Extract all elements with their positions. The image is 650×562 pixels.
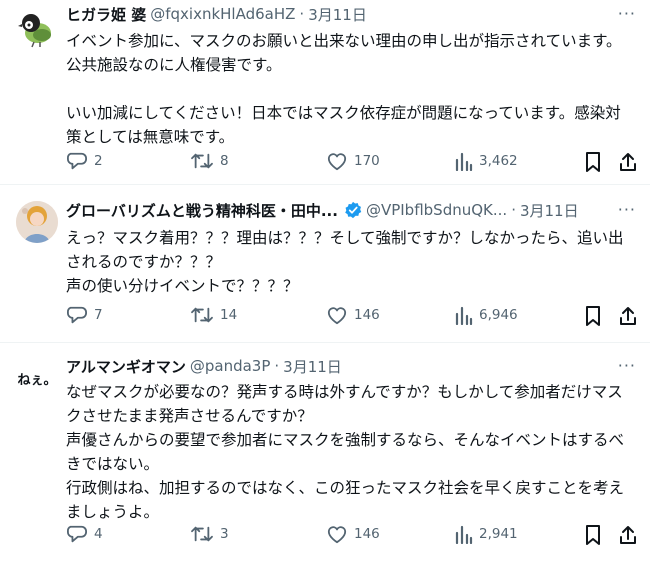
tweet-actions: 7 14 146 6,946 — [66, 305, 638, 329]
avatar-text: ねぇ。 — [17, 372, 57, 388]
share-button[interactable] — [618, 305, 638, 327]
repost-count: 3 — [220, 526, 229, 542]
tweet-header: ヒガラ姫 婆 @fqxixnkHlAd6aHZ · 3月11日 ··· — [66, 4, 636, 24]
tweet-text: イベント参加に、マスクのお願いと出来ない理由の申し出が指示されています。 公共施… — [66, 32, 622, 146]
tweet-text: えっ？マスク着用？？？理由は？？？そして強制ですか？しなかったら、追い出 される… — [66, 229, 624, 295]
tweet-text: なぜマスクが必要なの？発声する時は外すんですか？もしかして参加者だけマス クさせ… — [66, 383, 625, 521]
avatar[interactable] — [16, 201, 58, 243]
user-handle[interactable]: @VPIbflbSdnuQK... — [366, 201, 507, 219]
separator-dot: · — [274, 357, 280, 375]
like-button[interactable]: 146 — [326, 305, 380, 325]
bar-chart-icon — [455, 152, 473, 171]
bar-chart-icon — [455, 525, 473, 544]
display-name[interactable]: グローバリズムと戦う精神科医・田中... — [66, 200, 338, 221]
tweet-actions: 4 3 146 2,941 — [66, 524, 638, 548]
tweet[interactable]: ヒガラ姫 婆 @fqxixnkHlAd6aHZ · 3月11日 ··· イベント… — [0, 0, 650, 185]
speech-bubble-icon — [67, 306, 87, 324]
views-button[interactable]: 2,941 — [455, 524, 518, 544]
tweet[interactable]: グローバリズムと戦う精神科医・田中... @VPIbflbSdnuQK... ·… — [0, 185, 650, 343]
tweet-header: アルマンギオマン @panda3P · 3月11日 ··· — [66, 356, 636, 376]
share-upload-icon — [620, 526, 636, 544]
share-button[interactable] — [618, 524, 638, 546]
repost-button[interactable]: 3 — [190, 524, 229, 544]
user-handle[interactable]: @fqxixnkHlAd6aHZ — [150, 5, 295, 23]
like-count: 170 — [354, 153, 380, 169]
view-count: 2,941 — [479, 526, 518, 542]
reply-button[interactable]: 7 — [66, 305, 103, 325]
user-handle[interactable]: @panda3P — [190, 357, 271, 375]
separator-dot: · — [299, 5, 305, 23]
display-name[interactable]: ヒガラ姫 婆 — [66, 4, 146, 25]
like-count: 146 — [354, 526, 380, 542]
bookmark-icon — [586, 306, 600, 326]
views-button[interactable]: 3,462 — [455, 151, 518, 171]
tweet-date[interactable]: 3月11日 — [308, 4, 367, 25]
reply-count: 7 — [94, 307, 103, 323]
reply-count: 4 — [94, 526, 103, 542]
like-count: 146 — [354, 307, 380, 323]
more-options-icon[interactable]: ··· — [618, 200, 636, 219]
more-options-icon[interactable]: ··· — [618, 4, 636, 23]
speech-bubble-icon — [67, 525, 87, 543]
tweet-date[interactable]: 3月11日 — [283, 356, 342, 377]
speech-bubble-icon — [67, 152, 87, 170]
repost-arrows-icon — [191, 526, 213, 542]
repost-count: 14 — [220, 307, 238, 323]
like-button[interactable]: 146 — [326, 524, 380, 544]
repost-count: 8 — [220, 153, 229, 169]
tweet-feed: ヒガラ姫 婆 @fqxixnkHlAd6aHZ · 3月11日 ··· イベント… — [0, 0, 650, 562]
avatar[interactable]: ねぇ。 — [16, 357, 58, 399]
view-count: 6,946 — [479, 307, 518, 323]
heart-icon — [327, 526, 347, 544]
bookmark-button[interactable] — [584, 151, 602, 173]
bookmark-icon — [586, 525, 600, 545]
share-upload-icon — [620, 153, 636, 171]
reply-button[interactable]: 4 — [66, 524, 103, 544]
display-name[interactable]: アルマンギオマン — [66, 356, 186, 377]
tweet-header: グローバリズムと戦う精神科医・田中... @VPIbflbSdnuQK... ·… — [66, 200, 636, 220]
bookmark-button[interactable] — [584, 305, 602, 327]
repost-arrows-icon — [191, 153, 213, 169]
like-button[interactable]: 170 — [326, 151, 380, 171]
repost-arrows-icon — [191, 307, 213, 323]
views-button[interactable]: 6,946 — [455, 305, 518, 325]
share-button[interactable] — [618, 151, 638, 173]
avatar[interactable] — [16, 6, 58, 48]
repost-button[interactable]: 8 — [190, 151, 229, 171]
tweet-actions: 2 8 170 3,462 — [66, 151, 638, 175]
bar-chart-icon — [455, 306, 473, 325]
heart-icon — [327, 307, 347, 325]
heart-icon — [327, 153, 347, 171]
more-options-icon[interactable]: ··· — [618, 356, 636, 375]
tweet[interactable]: ねぇ。 アルマンギオマン @panda3P · 3月11日 ··· なぜマスクが… — [0, 343, 650, 562]
bookmark-icon — [586, 152, 600, 172]
verified-badge-icon — [345, 201, 362, 219]
reply-button[interactable]: 2 — [66, 151, 103, 171]
reply-count: 2 — [94, 153, 103, 169]
bookmark-button[interactable] — [584, 524, 602, 546]
tweet-date[interactable]: 3月11日 — [520, 200, 579, 221]
view-count: 3,462 — [479, 153, 518, 169]
repost-button[interactable]: 14 — [190, 305, 237, 325]
share-upload-icon — [620, 307, 636, 325]
separator-dot: · — [511, 201, 516, 219]
